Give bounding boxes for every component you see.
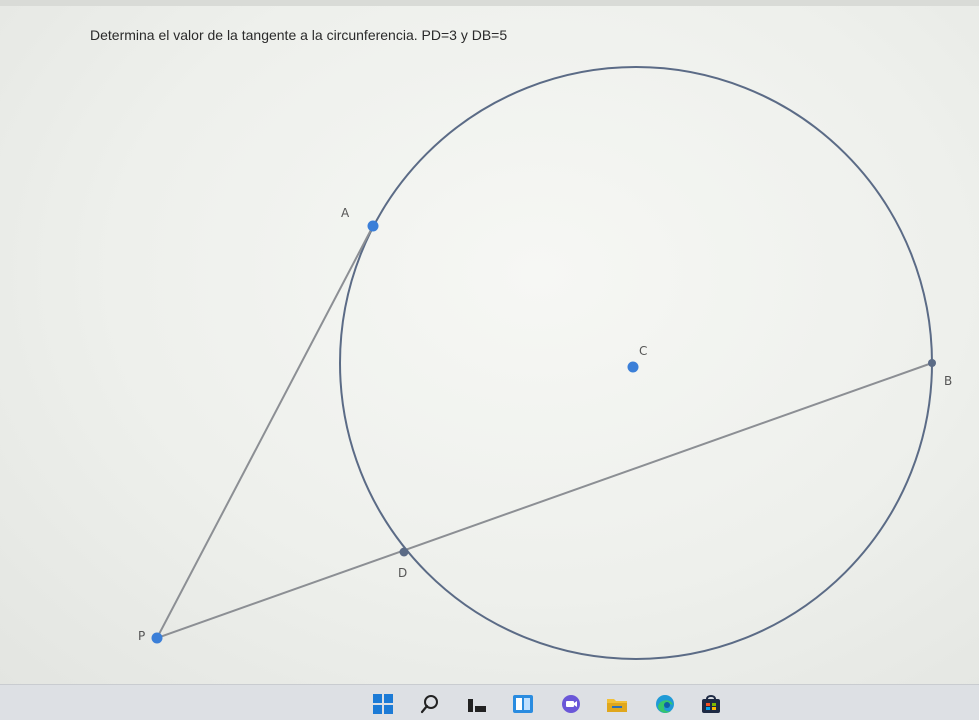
point-a[interactable]: [367, 220, 379, 232]
search-icon[interactable]: [419, 693, 441, 715]
start-icon[interactable]: [372, 693, 394, 715]
file-explorer-icon[interactable]: [606, 693, 628, 715]
point-b[interactable]: [928, 359, 936, 367]
point-d[interactable]: [399, 547, 409, 557]
label-c: C: [639, 344, 647, 358]
taskbar: [0, 684, 979, 720]
label-a: A: [341, 206, 350, 220]
tangent-segment-pa: [156, 225, 374, 639]
point-c[interactable]: [627, 361, 639, 373]
point-p[interactable]: [151, 632, 163, 644]
secant-segment-pb: [156, 362, 933, 639]
label-d: D: [398, 566, 407, 580]
task-view-icon[interactable]: [466, 693, 488, 715]
store-icon[interactable]: [700, 693, 722, 715]
geometry-figure: A B C D P: [138, 66, 952, 660]
label-p: P: [138, 629, 145, 643]
label-b: B: [944, 374, 952, 388]
chat-icon[interactable]: [560, 693, 582, 715]
edge-browser-icon[interactable]: [654, 693, 676, 715]
page: Determina el valor de la tangente a la c…: [0, 0, 979, 684]
widgets-icon[interactable]: [512, 693, 534, 715]
